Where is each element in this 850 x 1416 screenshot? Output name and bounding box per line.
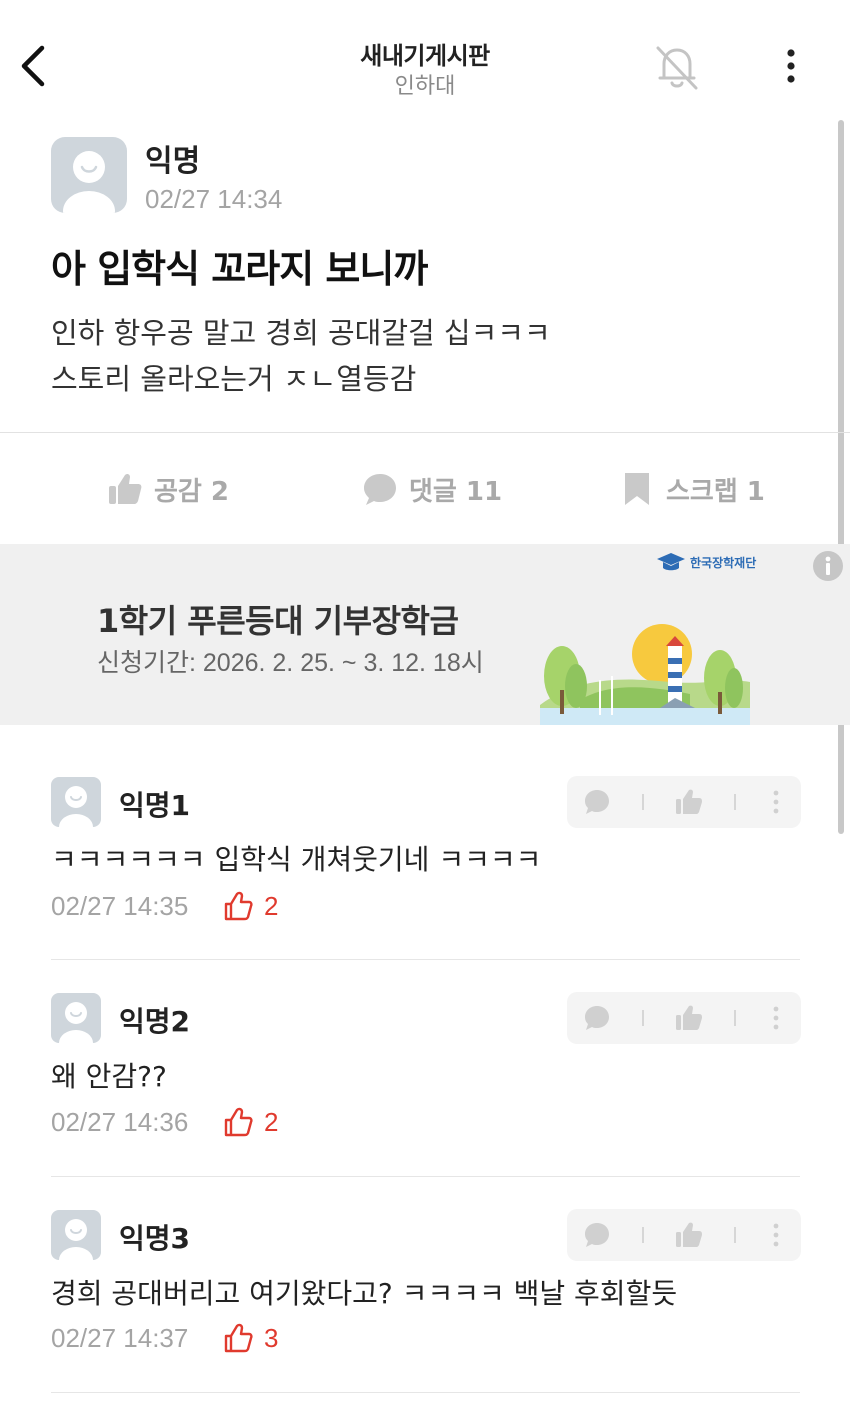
- separator: [642, 794, 644, 810]
- separator: [734, 794, 736, 810]
- comment-timestamp: 02/27 14:35: [51, 891, 189, 921]
- ad-logo-text: 한국장학재단: [690, 555, 757, 570]
- avatar: [51, 777, 101, 827]
- comment-text: ㅋㅋㅋㅋㅋㅋ 입학식 개쳐웃기네 ㅋㅋㅋㅋ: [51, 843, 542, 876]
- thumbs-up-outline-icon: [224, 1107, 253, 1137]
- comment-toolbar: [567, 1209, 801, 1261]
- comment-author: 익명1: [119, 789, 191, 822]
- separator: [734, 1010, 736, 1026]
- reply-icon[interactable]: [582, 787, 612, 817]
- ad-subtitle: 신청기간: 2026. 2. 25. ~ 3. 12. 18시: [97, 649, 484, 677]
- reply-icon[interactable]: [582, 1220, 612, 1250]
- comment-text: 경희 공대버리고 여기왔다고? ㅋㅋㅋㅋ 백날 후회할듯: [51, 1277, 678, 1310]
- thumbs-up-outline-icon: [224, 891, 253, 921]
- separator: [734, 1227, 736, 1243]
- reply-icon[interactable]: [582, 1003, 612, 1033]
- like-count: 2: [264, 890, 279, 921]
- comment-author: 익명2: [119, 1005, 191, 1038]
- avatar: [51, 1210, 101, 1260]
- divider: [0, 432, 850, 433]
- ad-info-button[interactable]: [812, 550, 844, 582]
- thumbs-up-outline-icon: [224, 1323, 253, 1353]
- more-vertical-icon[interactable]: [766, 1003, 786, 1033]
- default-avatar-icon: [63, 151, 115, 213]
- default-avatar-icon: [59, 786, 93, 827]
- comment-count-label: 댓글 11: [409, 476, 503, 507]
- more-vertical-icon[interactable]: [766, 787, 786, 817]
- post-title: 아 입학식 꼬라지 보니까: [51, 247, 428, 291]
- thumbs-up-icon: [109, 473, 142, 504]
- board-title: 새내기게시판: [360, 42, 490, 70]
- comment-like-count: 2: [222, 1106, 278, 1138]
- like-count: 3: [264, 1322, 279, 1353]
- divider: [51, 959, 800, 960]
- comment-timestamp: 02/27 14:37: [51, 1323, 189, 1353]
- lighthouse-illustration: [540, 620, 750, 725]
- speech-bubble-icon: [364, 474, 396, 505]
- board-subtitle: 인하대: [394, 74, 456, 99]
- post-timestamp: 02/27 14:34: [145, 184, 283, 214]
- comment-author: 익명3: [119, 1222, 191, 1255]
- bookmark-icon: [625, 473, 649, 505]
- like-count-label: 공감 2: [154, 476, 229, 507]
- comment-toolbar: [567, 776, 801, 828]
- scrap-button[interactable]: 스크랩 1: [618, 466, 765, 512]
- default-avatar-icon: [59, 1002, 93, 1043]
- separator: [642, 1010, 644, 1026]
- like-button[interactable]: 공감 2: [106, 466, 229, 512]
- divider: [51, 1176, 800, 1177]
- thumbs-up-icon[interactable]: [674, 787, 704, 817]
- thumbs-up-icon[interactable]: [674, 1220, 704, 1250]
- comment-button[interactable]: 댓글 11: [361, 466, 502, 512]
- avatar: [51, 993, 101, 1043]
- scrollbar[interactable]: [838, 120, 844, 834]
- comment-toolbar: [567, 992, 801, 1044]
- notification-toggle-button[interactable]: [650, 40, 704, 94]
- post-body: 인하 항우공 말고 경희 공대갈걸 십ㅋㅋㅋ 스토리 올라오는거 ㅈㄴ열등감: [51, 316, 551, 396]
- separator: [642, 1227, 644, 1243]
- more-vertical-icon: [787, 49, 795, 83]
- divider: [51, 1392, 800, 1393]
- avatar: [51, 137, 127, 213]
- like-count: 2: [264, 1106, 279, 1137]
- ad-title: 1학기 푸른등대 기부장학금: [97, 602, 459, 640]
- scrap-count-label: 스크랩 1: [666, 476, 765, 507]
- bell-off-icon: [656, 46, 698, 90]
- comment-timestamp: 02/27 14:36: [51, 1107, 189, 1137]
- default-avatar-icon: [59, 1219, 93, 1260]
- more-vertical-icon[interactable]: [766, 1220, 786, 1250]
- ad-logo: 한국장학재단: [656, 551, 756, 573]
- graduation-cap-icon: [657, 553, 685, 571]
- post-author: 익명: [145, 144, 201, 179]
- comment-like-count: 2: [222, 890, 278, 922]
- comment-like-count: 3: [222, 1322, 278, 1354]
- comment-text: 왜 안감??: [51, 1060, 167, 1093]
- info-icon: [813, 551, 843, 581]
- more-options-button[interactable]: [776, 44, 806, 90]
- thumbs-up-icon[interactable]: [674, 1003, 704, 1033]
